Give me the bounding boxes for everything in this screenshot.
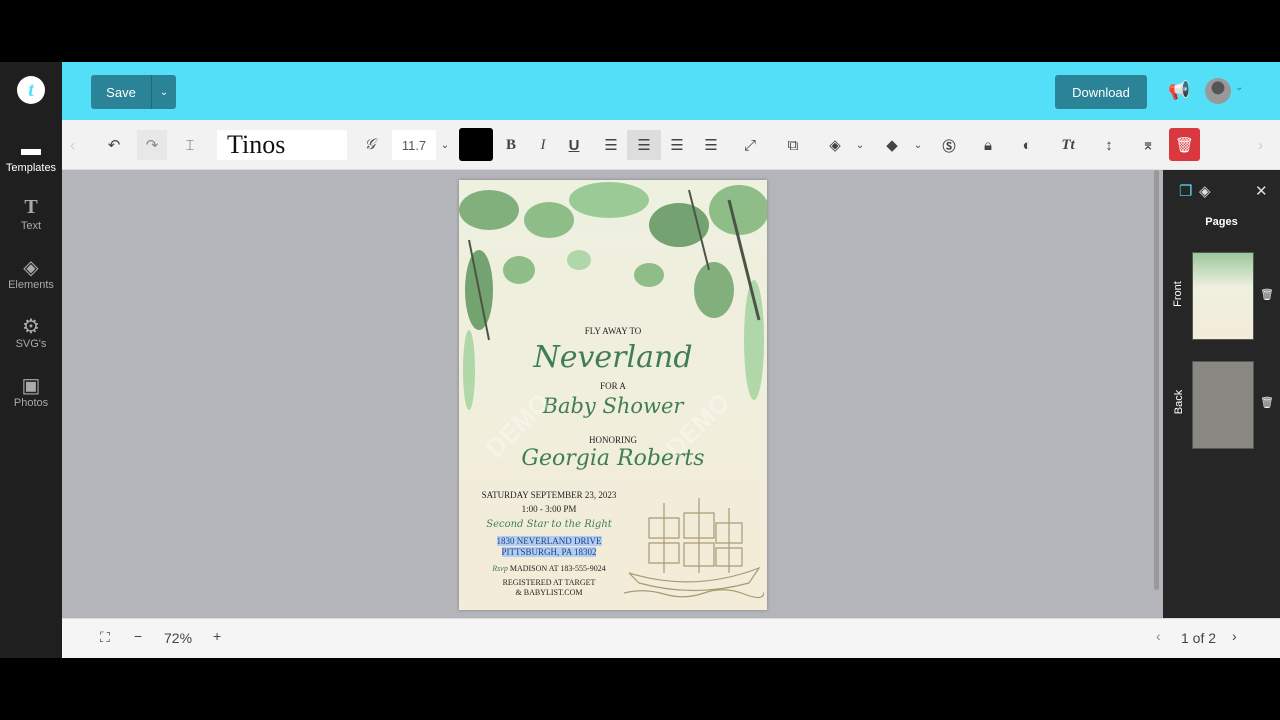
invitation-page[interactable]: FLY AWAY TO Neverland FOR A Baby Shower … (459, 180, 767, 610)
save-options-chevron-icon[interactable]: ⌄ (151, 75, 176, 109)
save-button[interactable]: Save (91, 75, 151, 109)
bold-button[interactable]: B (502, 130, 520, 160)
line-height-icon[interactable]: ↕ (1099, 130, 1119, 160)
page-label-front: Front (1171, 281, 1184, 307)
text-icon: T (24, 196, 38, 218)
justify-icon[interactable]: ☰ (702, 130, 720, 160)
sidebar-item-label: Photos (13, 397, 49, 409)
redo-icon[interactable]: ↷ (137, 130, 167, 160)
for-a-text[interactable]: FOR A (459, 381, 767, 391)
text-transform-button[interactable]: Tt (1058, 130, 1078, 160)
registry-line-1[interactable]: REGISTERED AT TARGET (469, 578, 629, 587)
registry-line-2[interactable]: & BABYLIST.COM (469, 588, 629, 597)
ship-illustration (624, 498, 764, 599)
italic-button[interactable]: I (534, 130, 552, 160)
previous-page-icon[interactable]: ‹ (1156, 628, 1161, 644)
cube-icon: ◈ (23, 257, 39, 279)
sidebar-item-text[interactable]: T Text (0, 196, 62, 232)
event-time[interactable]: 1:00 - 3:00 PM (469, 504, 629, 514)
page-label-back: Back (1173, 389, 1186, 415)
font-family-select[interactable]: Tinos (217, 130, 347, 160)
sidebar-item-templates[interactable]: ▬ Templates (0, 138, 62, 174)
align-left-icon[interactable]: ☰ (602, 130, 620, 160)
top-header: Save ⌄ Download 📢 ⌄ (62, 62, 1280, 120)
resize-icon[interactable]: ⤢ (740, 130, 760, 160)
title-neverland[interactable]: Neverland (459, 340, 767, 375)
zoom-out-button[interactable]: − (134, 628, 142, 644)
delete-front-page-icon[interactable]: 🗑︎ (1260, 288, 1274, 301)
delete-button[interactable]: 🗑︎ (1169, 128, 1200, 161)
address-line-2-text[interactable]: PITTSBURGH, PA 18302 (501, 547, 597, 557)
letter-spacing-icon[interactable]: ⌆ (1138, 130, 1158, 160)
sidebar-item-label: Text (20, 220, 42, 232)
sidebar-item-label: SVG's (15, 338, 47, 350)
lock-icon[interactable]: 🔒︎ (978, 130, 998, 160)
sidebar-item-photos[interactable]: ▣ Photos (0, 373, 62, 409)
send-backward-icon[interactable]: ◆ (882, 130, 902, 160)
pages-tab-icon[interactable]: ❐ (1179, 182, 1192, 200)
layers-tab-icon[interactable]: ◈ (1199, 182, 1211, 200)
bring-forward-icon[interactable]: ◈ (825, 130, 845, 160)
address-line-1: 1830 NEVERLAND DRIVE (469, 536, 629, 546)
location-script[interactable]: Second Star to the Right (469, 519, 629, 530)
avatar[interactable] (1205, 78, 1231, 104)
trash-icon: 🗑︎ (1174, 136, 1195, 154)
app-logo[interactable]: t (17, 76, 45, 104)
font-size-chevron-icon[interactable]: ⌄ (438, 130, 452, 160)
duplicate-icon[interactable]: ⧉ (783, 130, 803, 160)
text-cursor-icon[interactable]: ⌶ (180, 130, 200, 160)
font-style-icon[interactable]: 𝒢 (360, 130, 380, 160)
align-center-icon[interactable]: ☰ (627, 130, 661, 160)
scroll-left-icon[interactable]: ‹ (70, 130, 75, 160)
text-color-swatch[interactable] (459, 128, 493, 161)
event-date[interactable]: SATURDAY SEPTEMBER 23, 2023 (469, 490, 629, 500)
text-toolbar: ‹ ↶ ↷ ⌶ Tinos 𝒢 11.7 ⌄ B I U ☰ ☰ ☰ ☰ ⤢ ⧉… (62, 120, 1280, 170)
rsvp-line[interactable]: Rsvp MADISON AT 183-555-9024 (469, 564, 629, 573)
price-tag-icon[interactable]: Ⓢ (939, 130, 959, 160)
next-page-icon[interactable]: › (1232, 628, 1237, 644)
page-indicator: 1 of 2 (1181, 630, 1217, 646)
rsvp-script: Rsvp (492, 564, 508, 573)
scroll-right-icon[interactable]: › (1258, 130, 1263, 160)
eucalyptus-leaves-illustration (459, 182, 767, 410)
gear-icon: ⚙ (22, 316, 40, 338)
page-thumbnail-back[interactable] (1192, 361, 1254, 449)
zoom-level[interactable]: 72% (164, 630, 192, 646)
intro-text[interactable]: FLY AWAY TO (459, 326, 767, 336)
sidebar-item-label: Elements (8, 279, 54, 291)
align-right-icon[interactable]: ☰ (668, 130, 686, 160)
megaphone-icon[interactable]: 📢 (1168, 80, 1190, 101)
zoom-in-button[interactable]: + (213, 628, 221, 644)
font-size-input[interactable]: 11.7 (392, 130, 436, 160)
bottom-bar: ⛶ − 72% + ‹ 1 of 2 › (62, 618, 1280, 658)
download-button[interactable]: Download (1055, 75, 1147, 109)
canvas-scrollbar[interactable] (1154, 170, 1159, 590)
close-icon[interactable]: ✕ (1255, 182, 1268, 200)
design-canvas[interactable]: FLY AWAY TO Neverland FOR A Baby Shower … (62, 170, 1163, 618)
rsvp-text: MADISON AT 183-555-9024 (509, 564, 606, 573)
image-icon: ▣ (21, 375, 41, 397)
panel-title: Pages (1205, 216, 1238, 228)
left-sidebar: t ▬ Templates T Text ◈ Elements ⚙ SVG's ▣ Pho… (0, 62, 62, 658)
page-thumbnail-front[interactable] (1192, 252, 1254, 340)
send-backward-chevron-icon[interactable]: ⌄ (912, 130, 924, 160)
underline-button[interactable]: U (565, 130, 583, 160)
sidebar-item-label: Templates (5, 162, 57, 174)
opacity-icon[interactable]: ◐ (1017, 130, 1037, 160)
address-line-2: PITTSBURGH, PA 18302 (469, 547, 629, 557)
account-chevron-icon[interactable]: ⌄ (1235, 82, 1243, 93)
bring-forward-chevron-icon[interactable]: ⌄ (854, 130, 866, 160)
sidebar-item-svgs[interactable]: ⚙ SVG's (0, 314, 62, 350)
fullscreen-icon[interactable]: ⛶ (100, 629, 110, 646)
delete-back-page-icon[interactable]: 🗑︎ (1260, 396, 1274, 409)
pages-panel: ❐ ◈ ✕ Pages Front 🗑︎ Back 🗑︎ (1163, 170, 1280, 618)
templates-icon: ▬ (21, 138, 41, 160)
undo-icon[interactable]: ↶ (104, 130, 124, 160)
sidebar-item-elements[interactable]: ◈ Elements (0, 255, 62, 291)
address-line-1-text[interactable]: 1830 NEVERLAND DRIVE (496, 536, 602, 546)
